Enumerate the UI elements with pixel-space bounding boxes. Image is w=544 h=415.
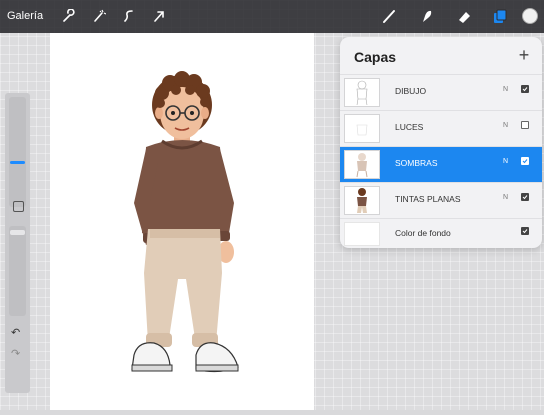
layer-thumbnail [344, 78, 380, 107]
blend-mode[interactable]: N [503, 194, 508, 201]
blend-mode[interactable]: N [503, 158, 508, 165]
layer-visibility-checkbox[interactable] [521, 85, 529, 93]
layer-visibility-checkbox[interactable] [521, 157, 529, 165]
layer-name: LUCES [395, 122, 424, 132]
layer-row-dibujo[interactable]: DIBUJO N [340, 74, 542, 110]
layer-visibility-checkbox[interactable] [521, 121, 529, 129]
redo-icon[interactable]: ↷ [11, 347, 20, 360]
layers-panel-title: Capas [354, 49, 397, 65]
gallery-button[interactable]: Galería [7, 10, 43, 22]
blend-mode[interactable]: N [503, 86, 508, 93]
selection-icon[interactable] [120, 7, 138, 25]
layer-row-sombras[interactable]: SOMBRAS N [340, 146, 542, 182]
modify-button[interactable] [13, 201, 24, 212]
top-toolbar: Galería [0, 0, 544, 33]
brush-size-slider[interactable] [9, 97, 26, 207]
brush-size-thumb[interactable] [10, 161, 25, 164]
smudge-icon[interactable] [418, 7, 436, 25]
color-circle-icon[interactable] [521, 7, 539, 25]
character-illustration [131, 71, 239, 373]
add-layer-button[interactable]: + [516, 45, 532, 65]
layers-icon[interactable] [490, 7, 508, 25]
transform-arrow-icon[interactable] [150, 7, 168, 25]
eraser-icon[interactable] [455, 7, 473, 25]
brush-icon[interactable] [381, 7, 399, 25]
opacity-slider[interactable] [9, 226, 26, 316]
undo-icon[interactable]: ↶ [11, 326, 20, 339]
layer-row-background[interactable]: Color de fondo [340, 218, 542, 248]
layer-thumbnail [344, 186, 380, 215]
layer-name: SOMBRAS [395, 158, 438, 168]
layer-name: TINTAS PLANAS [395, 194, 461, 204]
layer-visibility-checkbox[interactable] [521, 193, 529, 201]
magic-wand-icon[interactable] [90, 7, 108, 25]
layer-thumbnail [344, 150, 380, 179]
drawing-canvas[interactable] [50, 33, 314, 410]
brush-sidebar: ↶ ↷ [5, 93, 30, 393]
layer-name: DIBUJO [395, 86, 427, 96]
layer-name: Color de fondo [395, 228, 451, 238]
opacity-thumb[interactable] [10, 230, 25, 235]
layers-panel: Capas + DIBUJO N LUCES N SOMBRAS N TINTA… [340, 37, 542, 248]
layer-row-luces[interactable]: LUCES N [340, 110, 542, 146]
layer-row-tintas-planas[interactable]: TINTAS PLANAS N [340, 182, 542, 218]
layer-thumbnail [344, 114, 380, 143]
background-color-swatch[interactable] [344, 222, 380, 246]
blend-mode[interactable]: N [503, 122, 508, 129]
wrench-icon[interactable] [60, 7, 78, 25]
layer-visibility-checkbox[interactable] [521, 227, 529, 235]
